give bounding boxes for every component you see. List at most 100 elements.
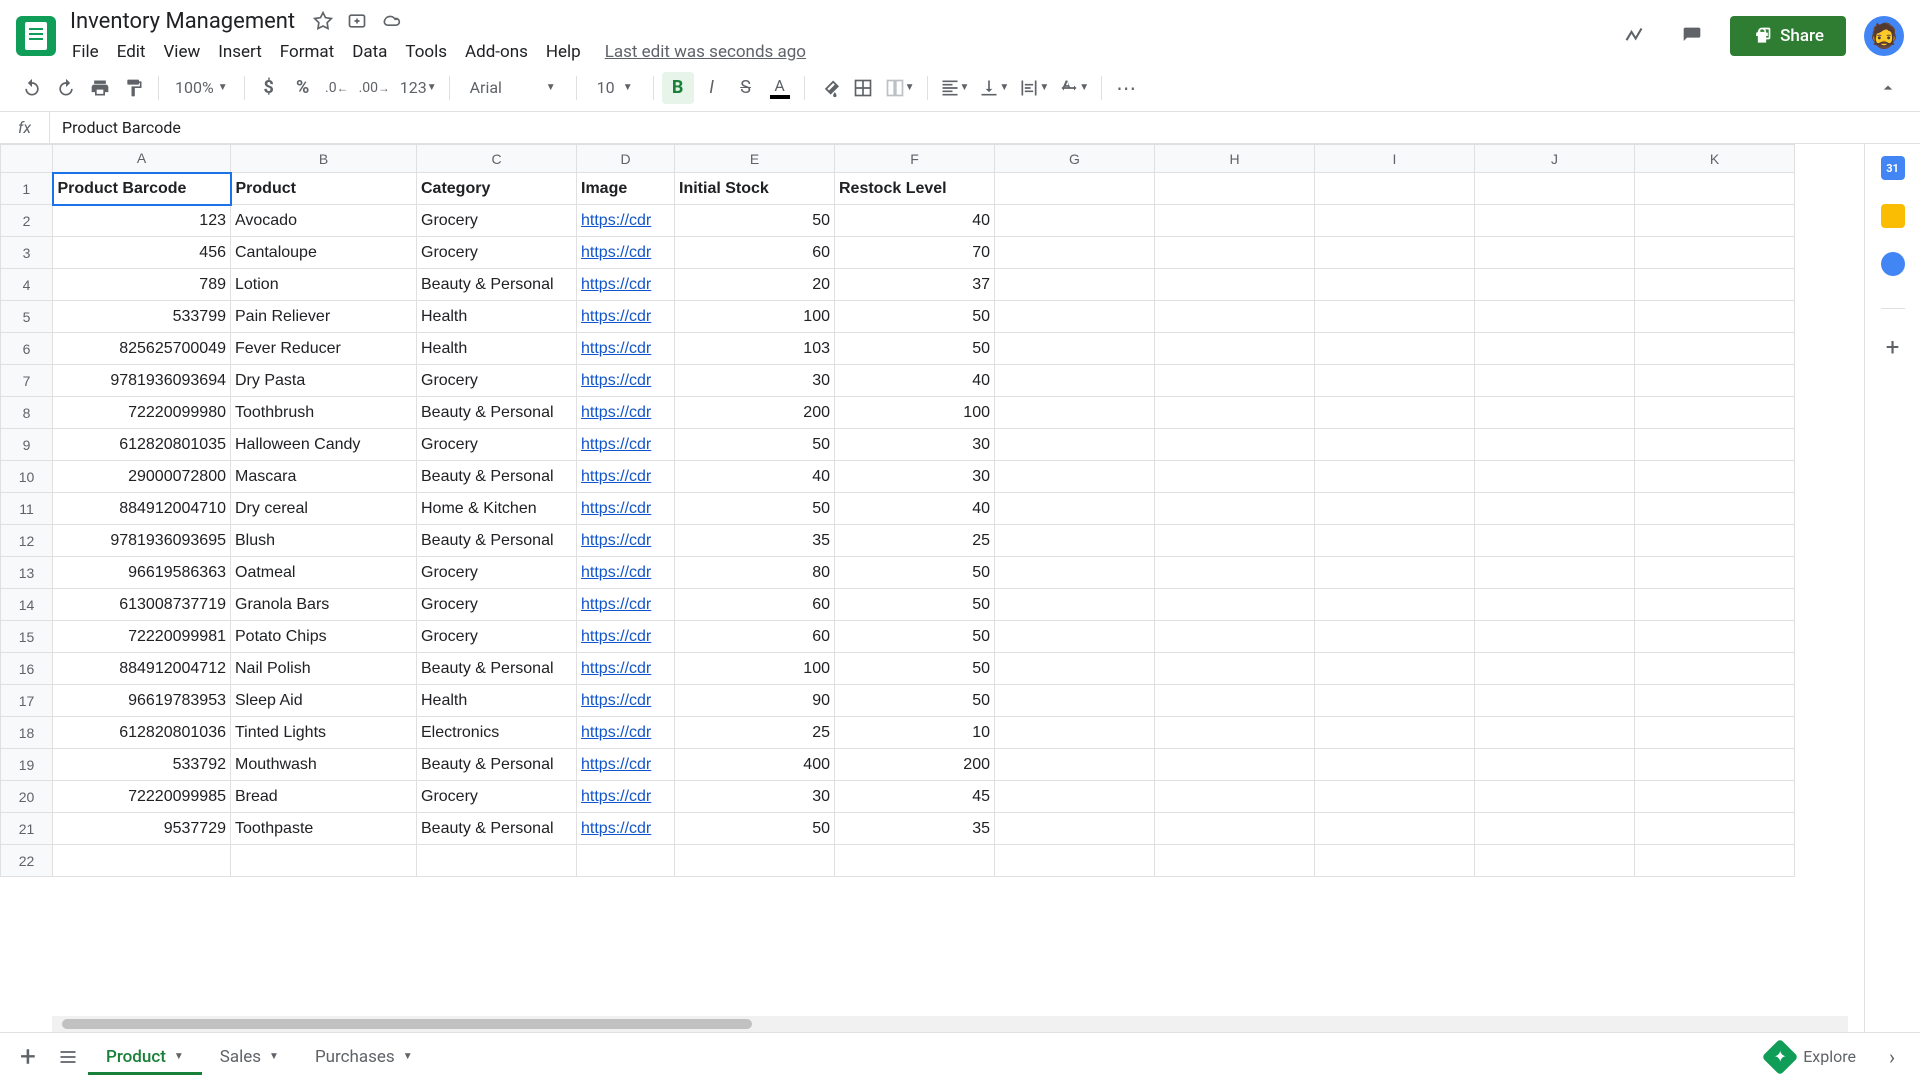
cell-E3[interactable]: 60 <box>675 237 835 269</box>
menu-edit[interactable]: Edit <box>109 38 154 66</box>
cell-A11[interactable]: 884912004710 <box>53 493 231 525</box>
cell-K12[interactable] <box>1635 525 1795 557</box>
cell-H12[interactable] <box>1155 525 1315 557</box>
cell-K14[interactable] <box>1635 589 1795 621</box>
col-header-F[interactable]: F <box>835 145 995 173</box>
row-header-4[interactable]: 4 <box>1 269 53 301</box>
cell-E11[interactable]: 50 <box>675 493 835 525</box>
menu-tools[interactable]: Tools <box>397 38 455 66</box>
cell-F13[interactable]: 50 <box>835 557 995 589</box>
cell-J22[interactable] <box>1475 845 1635 877</box>
cell-E14[interactable]: 60 <box>675 589 835 621</box>
row-header-2[interactable]: 2 <box>1 205 53 237</box>
cell-D15[interactable]: https://cdr <box>577 621 675 653</box>
cell-E5[interactable]: 100 <box>675 301 835 333</box>
cell-F16[interactable]: 50 <box>835 653 995 685</box>
cell-A3[interactable]: 456 <box>53 237 231 269</box>
cell-H1[interactable] <box>1155 173 1315 205</box>
cell-J8[interactable] <box>1475 397 1635 429</box>
cell-C22[interactable] <box>417 845 577 877</box>
cell-A16[interactable]: 884912004712 <box>53 653 231 685</box>
cell-J4[interactable] <box>1475 269 1635 301</box>
row-header-3[interactable]: 3 <box>1 237 53 269</box>
cell-C11[interactable]: Home & Kitchen <box>417 493 577 525</box>
col-header-K[interactable]: K <box>1635 145 1795 173</box>
cell-G1[interactable] <box>995 173 1155 205</box>
cell-C9[interactable]: Grocery <box>417 429 577 461</box>
cell-I11[interactable] <box>1315 493 1475 525</box>
cell-D1[interactable]: Image <box>577 173 675 205</box>
cell-B17[interactable]: Sleep Aid <box>231 685 417 717</box>
cell-H8[interactable] <box>1155 397 1315 429</box>
cell-K9[interactable] <box>1635 429 1795 461</box>
cell-C17[interactable]: Health <box>417 685 577 717</box>
fx-icon[interactable]: fx <box>0 112 50 143</box>
cell-H9[interactable] <box>1155 429 1315 461</box>
cell-J3[interactable] <box>1475 237 1635 269</box>
horizontal-align-button[interactable]: ▼ <box>936 72 974 104</box>
cell-D6[interactable]: https://cdr <box>577 333 675 365</box>
row-header-10[interactable]: 10 <box>1 461 53 493</box>
cell-H7[interactable] <box>1155 365 1315 397</box>
cell-C8[interactable]: Beauty & Personal <box>417 397 577 429</box>
cell-H11[interactable] <box>1155 493 1315 525</box>
cell-G16[interactable] <box>995 653 1155 685</box>
strikethrough-button[interactable]: S <box>730 72 762 104</box>
cell-E16[interactable]: 100 <box>675 653 835 685</box>
cell-C10[interactable]: Beauty & Personal <box>417 461 577 493</box>
cell-G7[interactable] <box>995 365 1155 397</box>
cell-B19[interactable]: Mouthwash <box>231 749 417 781</box>
sheet-tab-purchases[interactable]: Purchases ▼ <box>297 1039 431 1075</box>
row-header-12[interactable]: 12 <box>1 525 53 557</box>
cell-B21[interactable]: Toothpaste <box>231 813 417 845</box>
cell-H4[interactable] <box>1155 269 1315 301</box>
cell-I14[interactable] <box>1315 589 1475 621</box>
col-header-A[interactable]: A <box>53 145 231 173</box>
cell-G3[interactable] <box>995 237 1155 269</box>
cell-G4[interactable] <box>995 269 1155 301</box>
cell-J20[interactable] <box>1475 781 1635 813</box>
cell-K13[interactable] <box>1635 557 1795 589</box>
cell-I19[interactable] <box>1315 749 1475 781</box>
col-header-G[interactable]: G <box>995 145 1155 173</box>
row-header-20[interactable]: 20 <box>1 781 53 813</box>
cell-I4[interactable] <box>1315 269 1475 301</box>
cell-I17[interactable] <box>1315 685 1475 717</box>
cell-J16[interactable] <box>1475 653 1635 685</box>
cell-C7[interactable]: Grocery <box>417 365 577 397</box>
cell-K18[interactable] <box>1635 717 1795 749</box>
menu-data[interactable]: Data <box>344 38 395 66</box>
cell-F4[interactable]: 37 <box>835 269 995 301</box>
cell-J12[interactable] <box>1475 525 1635 557</box>
cell-J2[interactable] <box>1475 205 1635 237</box>
cell-A5[interactable]: 533799 <box>53 301 231 333</box>
cell-H15[interactable] <box>1155 621 1315 653</box>
cell-K11[interactable] <box>1635 493 1795 525</box>
cell-E13[interactable]: 80 <box>675 557 835 589</box>
tasks-icon[interactable] <box>1881 252 1905 276</box>
cell-C14[interactable]: Grocery <box>417 589 577 621</box>
cell-G2[interactable] <box>995 205 1155 237</box>
cell-I2[interactable] <box>1315 205 1475 237</box>
cell-E7[interactable]: 30 <box>675 365 835 397</box>
increase-decimal-button[interactable]: .00→ <box>355 72 394 104</box>
horizontal-scrollbar[interactable] <box>52 1016 1848 1032</box>
cell-H16[interactable] <box>1155 653 1315 685</box>
cell-E22[interactable] <box>675 845 835 877</box>
cell-G10[interactable] <box>995 461 1155 493</box>
text-wrap-button[interactable]: ▼ <box>1015 72 1053 104</box>
cell-H6[interactable] <box>1155 333 1315 365</box>
cell-G20[interactable] <box>995 781 1155 813</box>
zoom-select[interactable]: 100% ▼ <box>167 72 236 104</box>
keep-icon[interactable] <box>1881 204 1905 228</box>
cell-E8[interactable]: 200 <box>675 397 835 429</box>
cell-A18[interactable]: 612820801036 <box>53 717 231 749</box>
cell-D9[interactable]: https://cdr <box>577 429 675 461</box>
cell-G9[interactable] <box>995 429 1155 461</box>
last-edit-link[interactable]: Last edit was seconds ago <box>605 42 806 62</box>
row-header-1[interactable]: 1 <box>1 173 53 205</box>
calendar-icon[interactable]: 31 <box>1881 156 1905 180</box>
undo-button[interactable] <box>16 72 48 104</box>
cell-G22[interactable] <box>995 845 1155 877</box>
cell-E1[interactable]: Initial Stock <box>675 173 835 205</box>
